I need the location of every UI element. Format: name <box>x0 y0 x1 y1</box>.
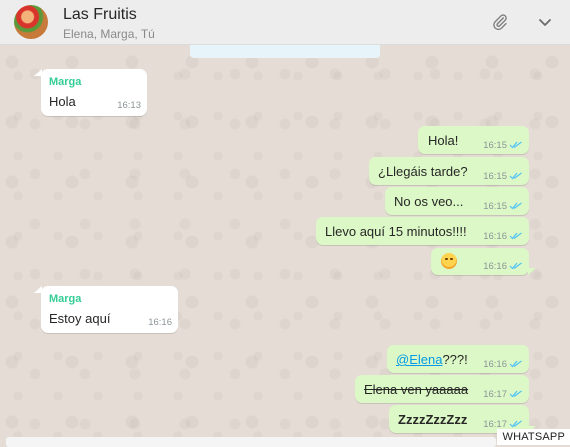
chat-header[interactable]: Las Fruitis Elena, Marga, Tú <box>0 0 570 45</box>
message-bubble[interactable]: Elena ven yaaaaa 16:17 <box>355 375 529 403</box>
message-text: ZzzzZzzZzz <box>398 412 468 427</box>
read-ticks-icon <box>509 390 522 398</box>
watermark-label: WHATSAPP <box>497 429 570 445</box>
message-bubble[interactable]: Hola! 16:15 <box>418 126 529 154</box>
paperclip-icon[interactable] <box>490 12 510 32</box>
message-time: 16:16 <box>483 231 507 242</box>
chat-participants[interactable]: Elena, Marga, Tú <box>63 27 155 41</box>
read-ticks-icon <box>509 262 522 270</box>
message-text-wrapper: @Elena???! <box>396 352 468 367</box>
message-time: 16:16 <box>483 359 507 370</box>
message-bubble[interactable]: @Elena???! 16:16 <box>387 345 529 373</box>
chat-title[interactable]: Las Fruitis <box>63 6 137 24</box>
message-bubble[interactable]: Llevo aquí 15 minutos!!!! 16:16 <box>316 217 529 245</box>
message-bubble[interactable]: ¿Llegáis tarde? 16:15 <box>369 157 529 185</box>
read-ticks-icon <box>509 202 522 210</box>
read-ticks-icon <box>509 141 522 149</box>
message-text: ¿Llegáis tarde? <box>378 164 468 179</box>
message-bubble[interactable]: Marga Estoy aquí 16:16 <box>34 286 178 333</box>
message-sender: Marga <box>49 76 82 88</box>
message-bubble[interactable]: No os veo... 16:15 <box>385 187 529 215</box>
previous-message-fragment <box>190 44 380 58</box>
read-ticks-icon <box>509 232 522 240</box>
message-time: 16:15 <box>483 201 507 212</box>
read-ticks-icon <box>509 420 522 428</box>
message-text: Hola <box>49 94 76 109</box>
message-text: Elena ven yaaaaa <box>364 382 469 397</box>
next-message-fragment <box>6 437 496 447</box>
message-time: 16:16 <box>148 317 172 328</box>
chevron-down-icon[interactable] <box>535 12 555 32</box>
message-time: 16:16 <box>483 261 507 272</box>
message-time: 16:17 <box>483 389 507 400</box>
read-ticks-icon <box>509 360 522 368</box>
message-bubble[interactable]: Marga Hola 16:13 <box>34 69 147 116</box>
message-time: 16:15 <box>483 171 507 182</box>
message-sender: Marga <box>49 293 82 305</box>
group-avatar[interactable] <box>14 5 48 39</box>
message-text: Llevo aquí 15 minutos!!!! <box>325 224 467 239</box>
message-text: Estoy aquí <box>49 311 111 326</box>
mention-link[interactable]: @Elena <box>396 352 442 367</box>
message-bubble[interactable]: 16:16 <box>431 248 536 275</box>
read-ticks-icon <box>509 172 522 180</box>
message-time: 16:15 <box>483 140 507 151</box>
message-text: No os veo... <box>394 194 464 209</box>
message-text: ???! <box>442 352 468 367</box>
message-time: 16:13 <box>117 100 141 111</box>
message-text: Hola! <box>428 133 459 148</box>
crying-face-emoji-icon <box>441 253 457 269</box>
